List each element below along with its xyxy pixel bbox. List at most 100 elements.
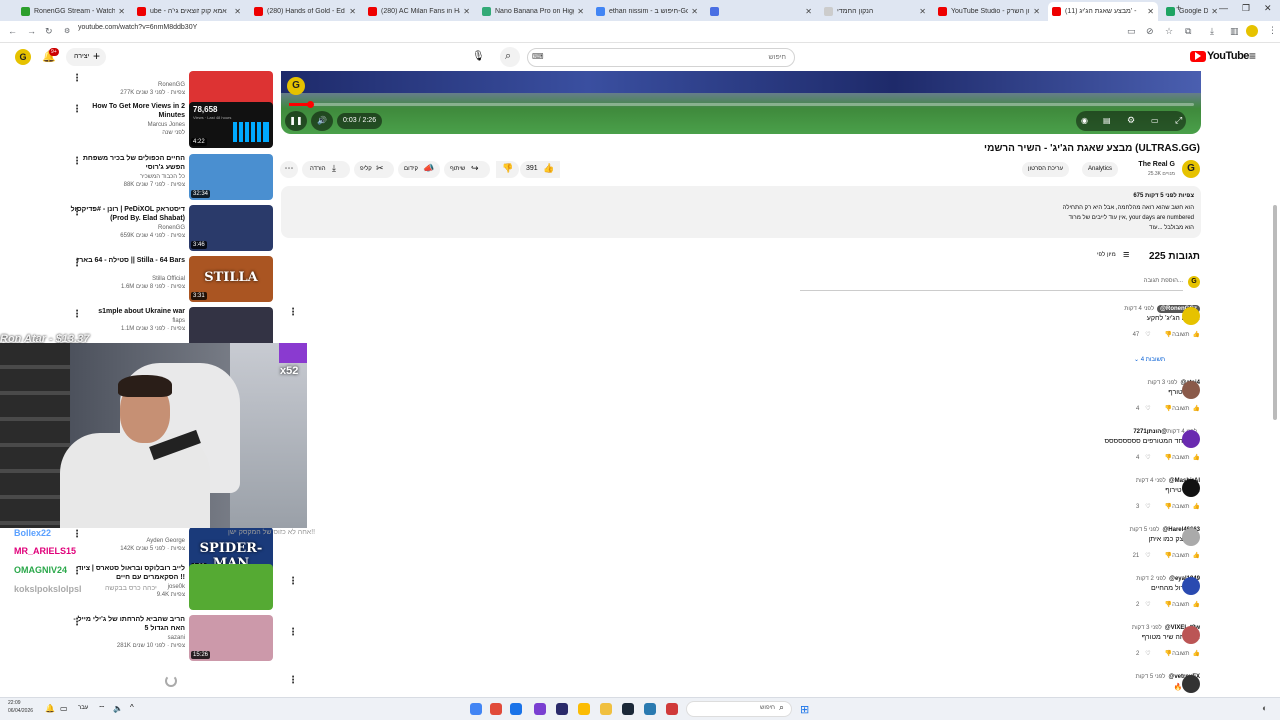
video-thumbnail[interactable] <box>189 564 273 610</box>
browser-tab[interactable]: הנקון החמדי ✕ <box>820 2 930 21</box>
channel-avatar-icon[interactable]: G <box>15 49 31 65</box>
heart-icon[interactable]: ♡ <box>1145 651 1150 657</box>
channel-name[interactable]: The Real G <box>1120 161 1175 168</box>
comment-time[interactable]: לפני 2 דקות <box>1136 576 1166 582</box>
comment-time[interactable]: לפני 5 דקות <box>1136 674 1166 680</box>
scrubber-handle[interactable] <box>307 101 314 108</box>
new-tab-icon[interactable]: + <box>1176 3 1181 13</box>
related-video-title[interactable]: סטילה - 64 בארז || Stilla - 64 Bars <box>65 256 185 265</box>
analytics-button[interactable]: Analytics <box>1082 162 1119 177</box>
reply-button[interactable]: תשובה <box>1172 504 1189 510</box>
reply-button[interactable]: תשובה <box>1172 406 1189 412</box>
extensions-icon[interactable]: ⧉ <box>1185 27 1191 36</box>
heart-icon[interactable]: ♡ <box>1145 504 1150 510</box>
comment-time[interactable]: לפני 4 דקות <box>1136 478 1166 484</box>
minimize-icon[interactable]: — <box>1219 3 1228 13</box>
close-window-icon[interactable]: ✕ <box>1264 3 1272 14</box>
video-thumbnail[interactable]: 32:34 <box>189 154 273 200</box>
sidebar-icon[interactable]: ▥ <box>1230 27 1239 36</box>
browser-tab[interactable]: RonenGG Stream - Watch Liv✕ <box>17 2 129 21</box>
related-video-channel[interactable]: RonenGG <box>65 225 185 231</box>
related-video-title[interactable]: How To Get More Views in 2 Minutes <box>65 102 185 120</box>
more-actions-button[interactable]: ⋯ <box>280 161 298 178</box>
like-comment-icon[interactable]: 👍 <box>1193 455 1200 461</box>
tab-close-icon[interactable]: ✕ <box>919 7 926 16</box>
tab-close-icon[interactable]: ✕ <box>691 7 698 16</box>
related-video-title[interactable]: רונן - #פדיקסול | PeDiXOL דיסטראק (Prod … <box>65 205 185 223</box>
progress-bar[interactable] <box>289 103 1194 106</box>
url-field[interactable]: youtube.com/watch?v=6nmM8ddb30Y <box>78 24 197 31</box>
browser-menu-icon[interactable]: ⋮ <box>1268 26 1277 35</box>
heart-icon[interactable]: ♡ <box>1145 553 1150 559</box>
tab-close-icon[interactable]: ✕ <box>463 7 470 16</box>
like-comment-icon[interactable]: 👍 <box>1193 504 1200 510</box>
related-video-item[interactable]: 15:26 הריב שהביא להרחתו של ג'ילי מייל - ה… <box>70 615 275 663</box>
related-video-channel[interactable]: Stilla Official <box>65 276 185 282</box>
browser-tab[interactable]: (11) מבצע שאגת הג'יג' - ✕ <box>1048 2 1158 21</box>
related-video-channel[interactable]: flaps <box>65 318 185 324</box>
pause-icon[interactable]: ❚❚ <box>285 111 307 131</box>
back-icon[interactable]: ← <box>8 27 17 36</box>
taskbar-app-icon[interactable] <box>490 703 502 715</box>
related-video-title[interactable]: לייב רובלוקס ובראול סטארס | ציוד הסקאמרי… <box>65 564 185 582</box>
related-video-item[interactable]: STILLA 3:31 סטילה - 64 בארז || Stilla - 64… <box>70 256 275 304</box>
browser-tab[interactable]: (280) AC Milan Fans in Hamp✕ <box>364 2 474 21</box>
tab-close-icon[interactable]: ✕ <box>805 7 812 16</box>
video-options-icon[interactable]: ⋮ <box>72 73 82 84</box>
language-indicator[interactable]: עבר <box>78 705 88 711</box>
sort-icon[interactable]: ≡ <box>1123 249 1129 261</box>
video-options-icon[interactable]: ⋮ <box>72 566 82 577</box>
related-video-title[interactable]: s1mple about Ukraine war <box>65 307 185 316</box>
guide-menu-icon[interactable]: ≡ <box>1249 49 1256 63</box>
video-options-icon[interactable]: ⋮ <box>72 156 82 167</box>
tab-close-icon[interactable]: ✕ <box>349 7 356 16</box>
tab-close-icon[interactable]: ✕ <box>1211 7 1218 16</box>
video-thumbnail[interactable]: 15:26 <box>189 615 273 661</box>
volume-tray-icon[interactable]: 🔈 <box>113 704 123 713</box>
browser-tab[interactable]: ethan nissim - חיפוש ב-Googl✕ <box>592 2 702 21</box>
wifi-icon[interactable]: ⌔ <box>98 704 106 714</box>
video-options-icon[interactable]: ⋮ <box>72 104 82 115</box>
taskbar-app-icon[interactable] <box>644 703 656 715</box>
related-video-item[interactable]: 32:34 החיים הכפולים של בכיר משפחת הפשע ג'… <box>70 154 275 202</box>
site-info-icon[interactable]: ⚙ <box>64 28 70 35</box>
like-comment-icon[interactable]: 👍 <box>1193 602 1200 608</box>
heart-icon[interactable]: ♡ <box>1145 455 1150 461</box>
fullscreen-icon[interactable]: ⤢ <box>1175 115 1182 126</box>
like-comment-icon[interactable]: 👍 <box>1193 332 1200 338</box>
video-options-icon[interactable]: ⋮ <box>72 258 82 269</box>
related-video-title[interactable]: החיים הכפולים של בכיר משפחת הפשע ג'רוסי <box>65 154 185 172</box>
display-icon[interactable]: ▭ <box>60 704 68 713</box>
video-player[interactable]: G ❚❚ 🔊 0:03 / 2:26 ◉ ▤ ⚙ ▭ ⤢ <box>281 71 1201 134</box>
browser-tab[interactable]: (280) Hands of Gold - Ed She✕ <box>250 2 360 21</box>
copilot-icon[interactable]: ◐ <box>1262 703 1267 713</box>
browser-tab[interactable]: Google Drive - קבר חרה✕ <box>1162 2 1222 21</box>
reply-button[interactable]: תשובה <box>1172 602 1189 608</box>
comment-time[interactable]: לפני 3 דקות <box>1148 380 1178 386</box>
steam-taskbar-icon[interactable] <box>622 703 634 715</box>
comment-avatar[interactable] <box>1182 479 1200 497</box>
comment-avatar[interactable] <box>1182 675 1200 693</box>
related-video-channel[interactable]: כל הכבוד המשכיר <box>65 174 185 180</box>
video-options-icon[interactable]: ⋮ <box>288 675 298 686</box>
browser-tab[interactable]: YouTube Studio - הנקון השרק✕ <box>934 2 1044 21</box>
forward-icon[interactable]: → <box>27 27 36 36</box>
browser-tab[interactable]: ube - אמא קוק זוצאים גי'ה ✕ <box>133 2 245 21</box>
reload-icon[interactable]: ↻ <box>45 27 53 36</box>
reply-button[interactable]: תשובה <box>1172 332 1189 338</box>
like-comment-icon[interactable]: 👍 <box>1193 651 1200 657</box>
subtitles-icon[interactable]: ▤ <box>1103 116 1111 125</box>
tray-chevron-icon[interactable]: ^ <box>130 703 134 712</box>
tab-close-icon[interactable]: ✕ <box>118 7 125 16</box>
related-video-channel[interactable]: RonenGG <box>65 82 185 88</box>
related-video-channel[interactable]: Ayden George <box>65 538 185 544</box>
tab-close-icon[interactable]: ✕ <box>234 7 241 16</box>
video-thumbnail[interactable]: 78,658 Views · Last 48 hours 4:22 <box>189 102 273 148</box>
related-video-title[interactable]: הריב שהביא להרחתו של ג'ילי מייל - האח הג… <box>65 615 185 633</box>
like-comment-icon[interactable]: 👍 <box>1193 553 1200 559</box>
video-options-icon[interactable]: ⋮ <box>288 576 298 587</box>
comment-avatar[interactable] <box>1182 430 1200 448</box>
video-options-icon[interactable]: ⋮ <box>72 309 82 320</box>
search-input[interactable]: חיפוש <box>527 48 795 67</box>
comment-time[interactable]: לפני 4 דקות <box>1124 306 1154 312</box>
